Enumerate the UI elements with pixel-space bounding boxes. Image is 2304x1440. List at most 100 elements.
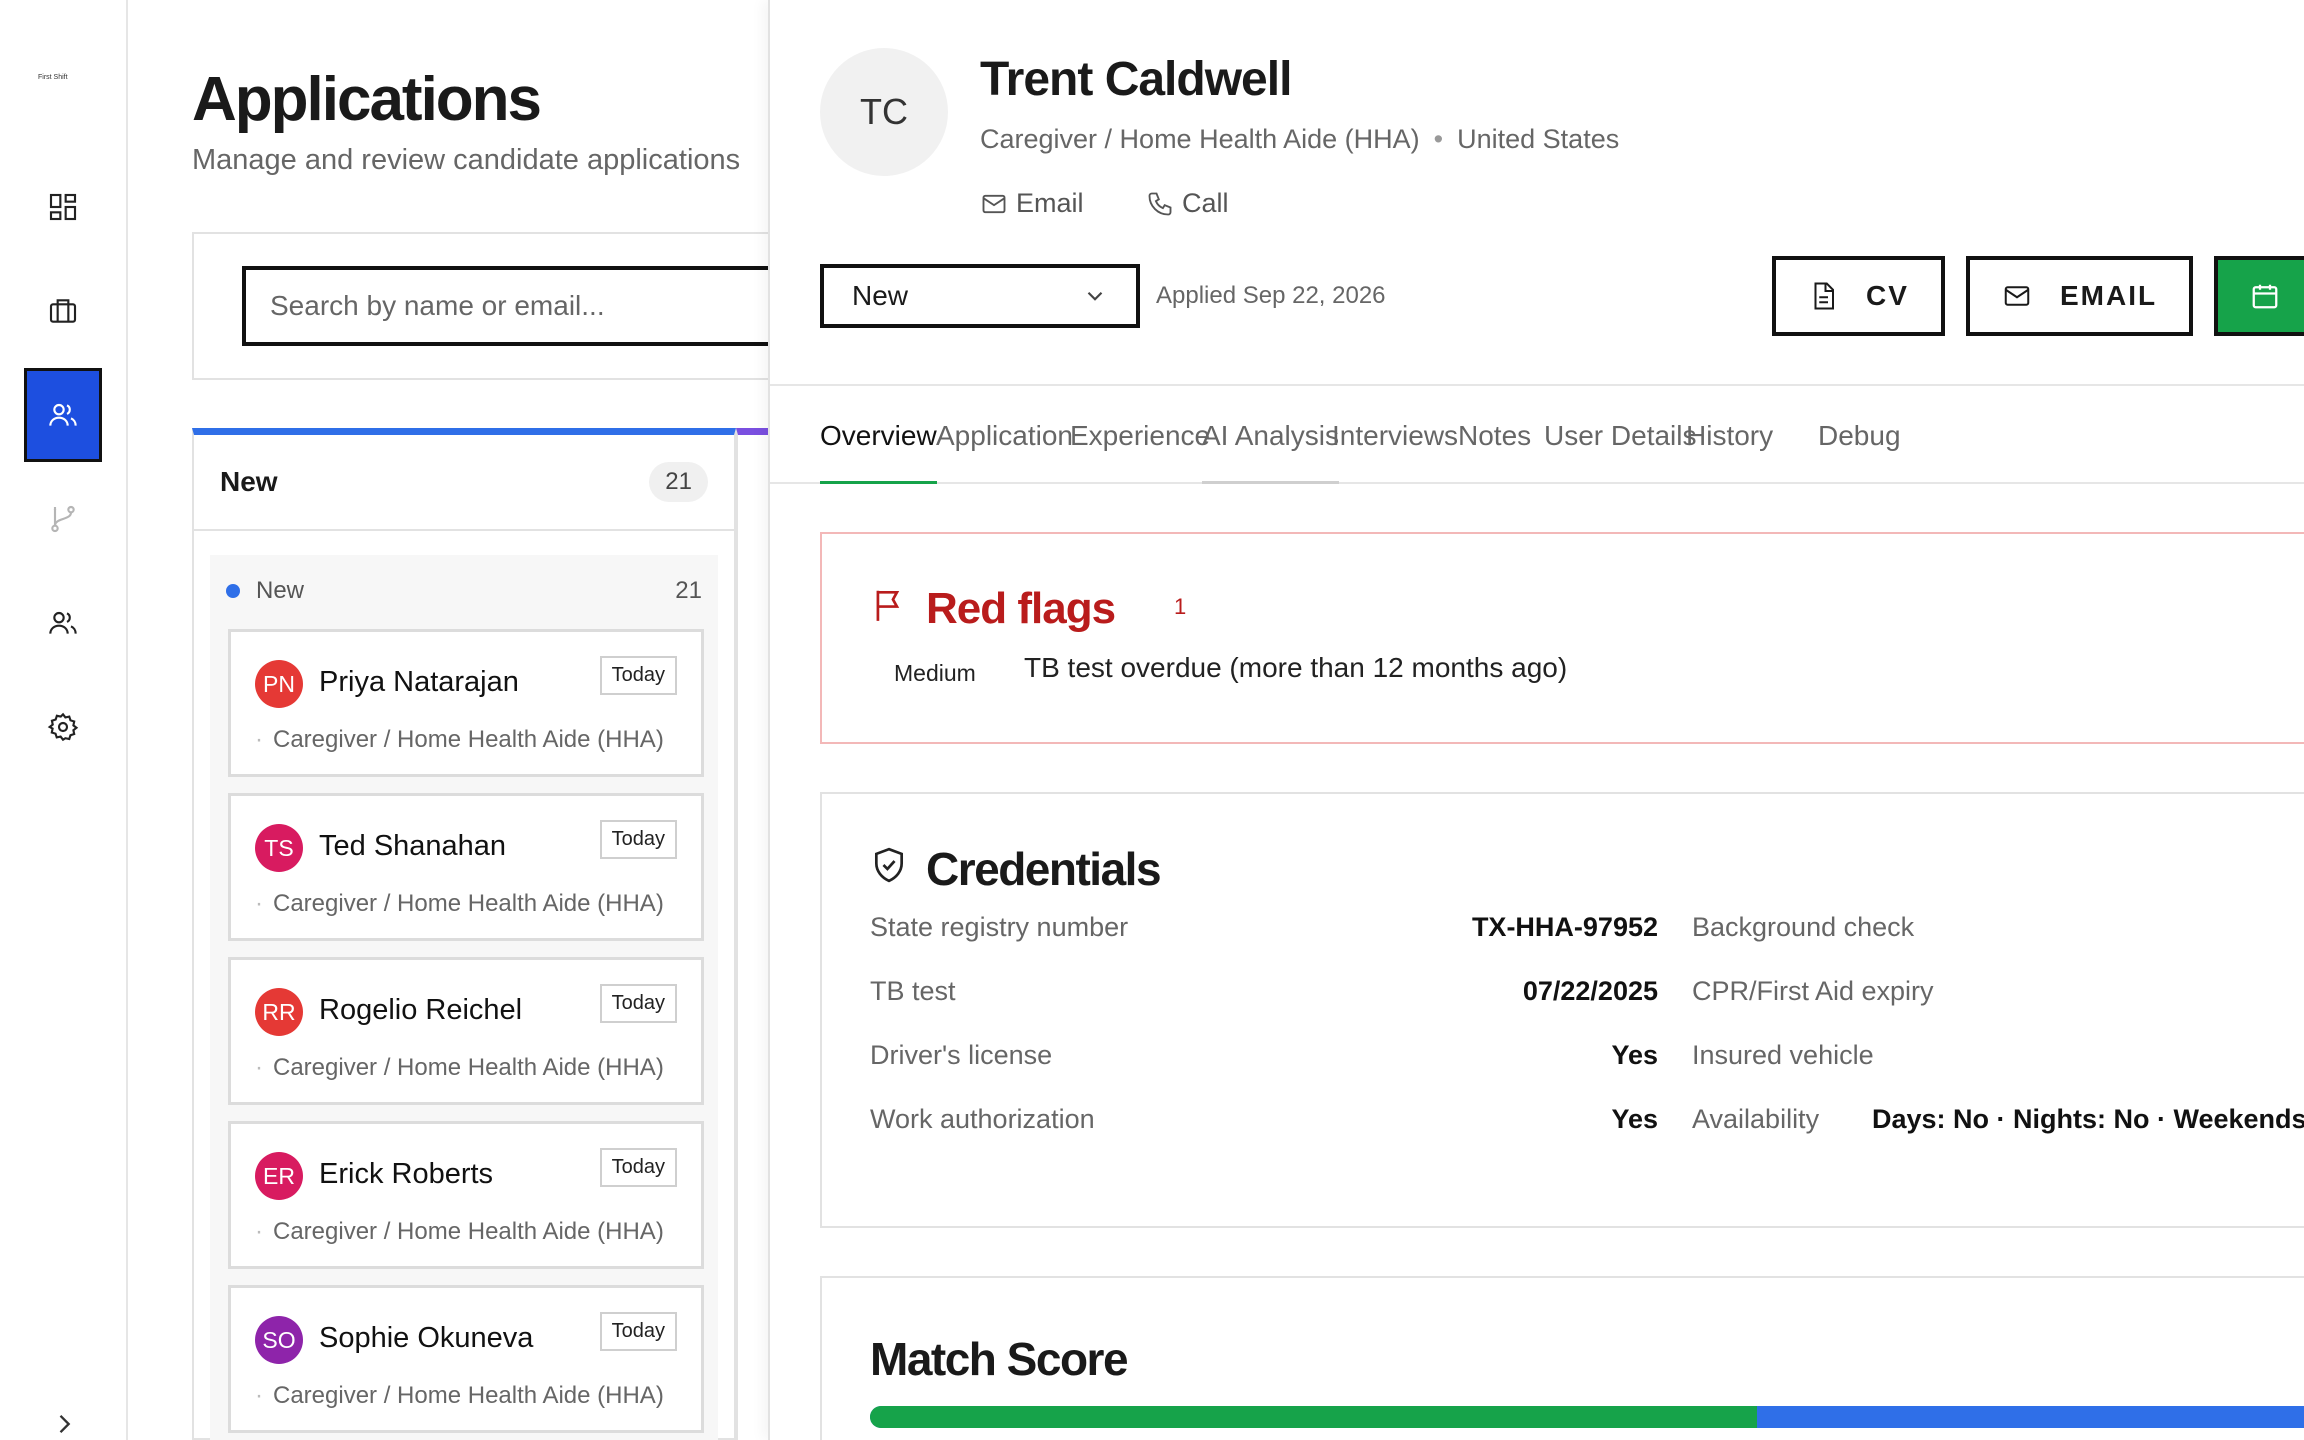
cv-button[interactable]: CV — [1772, 256, 1945, 336]
applied-date: Applied Sep 22, 2026 — [1156, 282, 1386, 309]
git-branch-icon — [51, 505, 75, 533]
sidebar-expand-button[interactable] — [50, 1410, 78, 1440]
red-flag-text: TB test overdue (more than 12 months ago… — [1024, 652, 1568, 683]
meta-separator: • — [1433, 124, 1444, 154]
nav-team[interactable] — [24, 576, 102, 670]
schedule-button[interactable] — [2214, 256, 2304, 336]
avatar: RR — [255, 988, 303, 1036]
kanban-column-new: New 21 New 21 PN Priya Natarajan Today Care… — [192, 428, 736, 1440]
tab-overview[interactable]: Overview — [820, 386, 937, 484]
red-flags-card: Red flags 1 Medium TB test overdue (more… — [820, 532, 2304, 744]
credential-label: Availability — [1692, 1104, 1820, 1134]
status-dot — [226, 584, 240, 598]
credential-value: Days: No · Nights: No · Weekends — [1872, 1104, 2304, 1134]
red-flags-count: 1 — [1174, 594, 1187, 619]
status-dropdown[interactable]: New — [820, 264, 1140, 328]
credentials-title: Credentials — [926, 843, 1162, 895]
column-header: New 21 — [194, 435, 734, 531]
candidate-card[interactable]: RR Rogelio Reichel Today Caregiver / Home H… — [228, 957, 704, 1105]
tab-application[interactable]: Application — [936, 386, 1073, 484]
column-count-badge: 21 — [649, 462, 708, 502]
match-score-fill — [870, 1406, 1758, 1428]
candidate-name: Erick Roberts — [319, 1158, 494, 1190]
credential-label: Background check — [1692, 912, 1915, 942]
tab-interviews[interactable]: Interviews — [1332, 386, 1458, 484]
candidate-card[interactable]: TS Ted Shanahan Today Caregiver / Home Heal… — [228, 793, 704, 941]
tab-experience[interactable]: Experience — [1070, 386, 1210, 484]
tab-ai-analysis[interactable]: AI Analysis — [1202, 386, 1339, 484]
candidate-detail-panel: TC Trent Caldwell Caregiver / Home Healt… — [768, 0, 2304, 1440]
credential-label: Driver's license — [870, 1040, 1053, 1070]
shield-check-icon — [874, 847, 904, 883]
detail-tabs: Overview Application Experience AI Analysis… — [770, 384, 2304, 484]
credentials-card: Credentials State registry number TX-HHA-… — [820, 792, 2304, 1228]
group-label: New — [256, 577, 305, 604]
nav-applications[interactable] — [24, 368, 102, 462]
candidate-role: Caregiver / Home Health Aide (HHA) — [255, 1218, 664, 1246]
briefcase-icon — [49, 299, 77, 323]
avatar: TC — [820, 48, 948, 176]
team-icon — [49, 611, 77, 634]
credential-value: 07/22/2025 — [1522, 976, 1658, 1006]
search-input[interactable] — [242, 266, 802, 346]
candidate-card[interactable]: ER Erick Roberts Today Caregiver / Home Hea… — [228, 1121, 704, 1269]
date-badge: Today — [599, 820, 677, 859]
candidate-name: Ted Shanahan — [319, 830, 507, 862]
column-title: New — [220, 466, 278, 497]
page-subtitle: Manage and review candidate applications — [192, 144, 741, 176]
avatar: ER — [255, 1152, 303, 1200]
flag-icon — [876, 590, 900, 621]
candidate-role: Caregiver / Home Health Aide (HHA) — [255, 890, 664, 918]
candidate-role: Caregiver / Home Health Aide (HHA) — [255, 726, 664, 754]
tab-debug[interactable]: Debug — [1818, 386, 1901, 484]
email-button[interactable]: EMAIL — [1966, 256, 2194, 336]
sidebar: First Shift — [0, 0, 128, 1440]
mail-icon — [982, 194, 1006, 213]
app-logo[interactable]: First Shift — [38, 74, 68, 81]
red-flags-title: Red flags — [926, 584, 1116, 633]
candidate-name: Rogelio Reichel — [319, 994, 523, 1026]
chevron-right-icon — [59, 1415, 71, 1433]
candidate-card[interactable]: SO Sophie Okuneva Today Caregiver / Home He… — [228, 1285, 704, 1433]
gear-icon — [47, 712, 79, 742]
nav-pipeline[interactable] — [24, 472, 102, 566]
column-group: New 21 PN Priya Natarajan Today Caregiver /… — [210, 555, 718, 1440]
credential-label: CPR/First Aid expiry — [1692, 976, 1934, 1006]
credential-value: TX-HHA-97952 — [1471, 912, 1658, 942]
dashboard-icon — [49, 193, 77, 221]
tab-notes[interactable]: Notes — [1458, 386, 1531, 484]
credential-label: TB test — [870, 976, 956, 1006]
tab-history[interactable]: History — [1686, 386, 1773, 484]
candidate-name: Trent Caldwell — [980, 53, 1292, 106]
nav-dashboard[interactable] — [24, 160, 102, 254]
match-score-bar — [870, 1406, 2304, 1428]
call-link[interactable]: Call — [1146, 188, 1229, 219]
candidate-card[interactable]: PN Priya Natarajan Today Caregiver / Home H… — [228, 629, 704, 777]
candidate-role: Caregiver / Home Health Aide (HHA) — [980, 124, 1420, 154]
page-title: Applications — [192, 65, 542, 134]
group-header: New 21 — [210, 555, 718, 613]
nav-settings[interactable] — [24, 680, 102, 774]
credential-label: Insured vehicle — [1692, 1040, 1874, 1070]
credential-label: State registry number — [870, 912, 1129, 942]
tab-user-details[interactable]: User Details — [1544, 386, 1696, 484]
candidate-meta: Caregiver / Home Health Aide (HHA) • Unite… — [980, 124, 1619, 155]
candidate-name: Priya Natarajan — [319, 666, 519, 698]
credential-value: Yes — [1611, 1040, 1658, 1070]
document-icon — [1814, 282, 1834, 310]
date-badge: Today — [599, 1148, 677, 1187]
chevron-down-icon — [1087, 291, 1103, 301]
credential-value: Yes — [1611, 1104, 1658, 1134]
email-link[interactable]: Email — [980, 188, 1084, 219]
users-icon — [49, 403, 77, 426]
credential-label: Work authorization — [870, 1104, 1095, 1134]
candidate-role: Caregiver / Home Health Aide (HHA) — [255, 1054, 664, 1082]
date-badge: Today — [599, 1312, 677, 1351]
candidate-name: Sophie Okuneva — [319, 1322, 534, 1354]
nav-jobs[interactable] — [24, 264, 102, 358]
candidate-location: United States — [1457, 124, 1620, 154]
candidate-role: Caregiver / Home Health Aide (HHA) — [255, 1382, 664, 1410]
mail-icon — [2004, 286, 2030, 306]
match-score-card: Match Score — [820, 1276, 2304, 1440]
date-badge: Today — [599, 656, 677, 695]
